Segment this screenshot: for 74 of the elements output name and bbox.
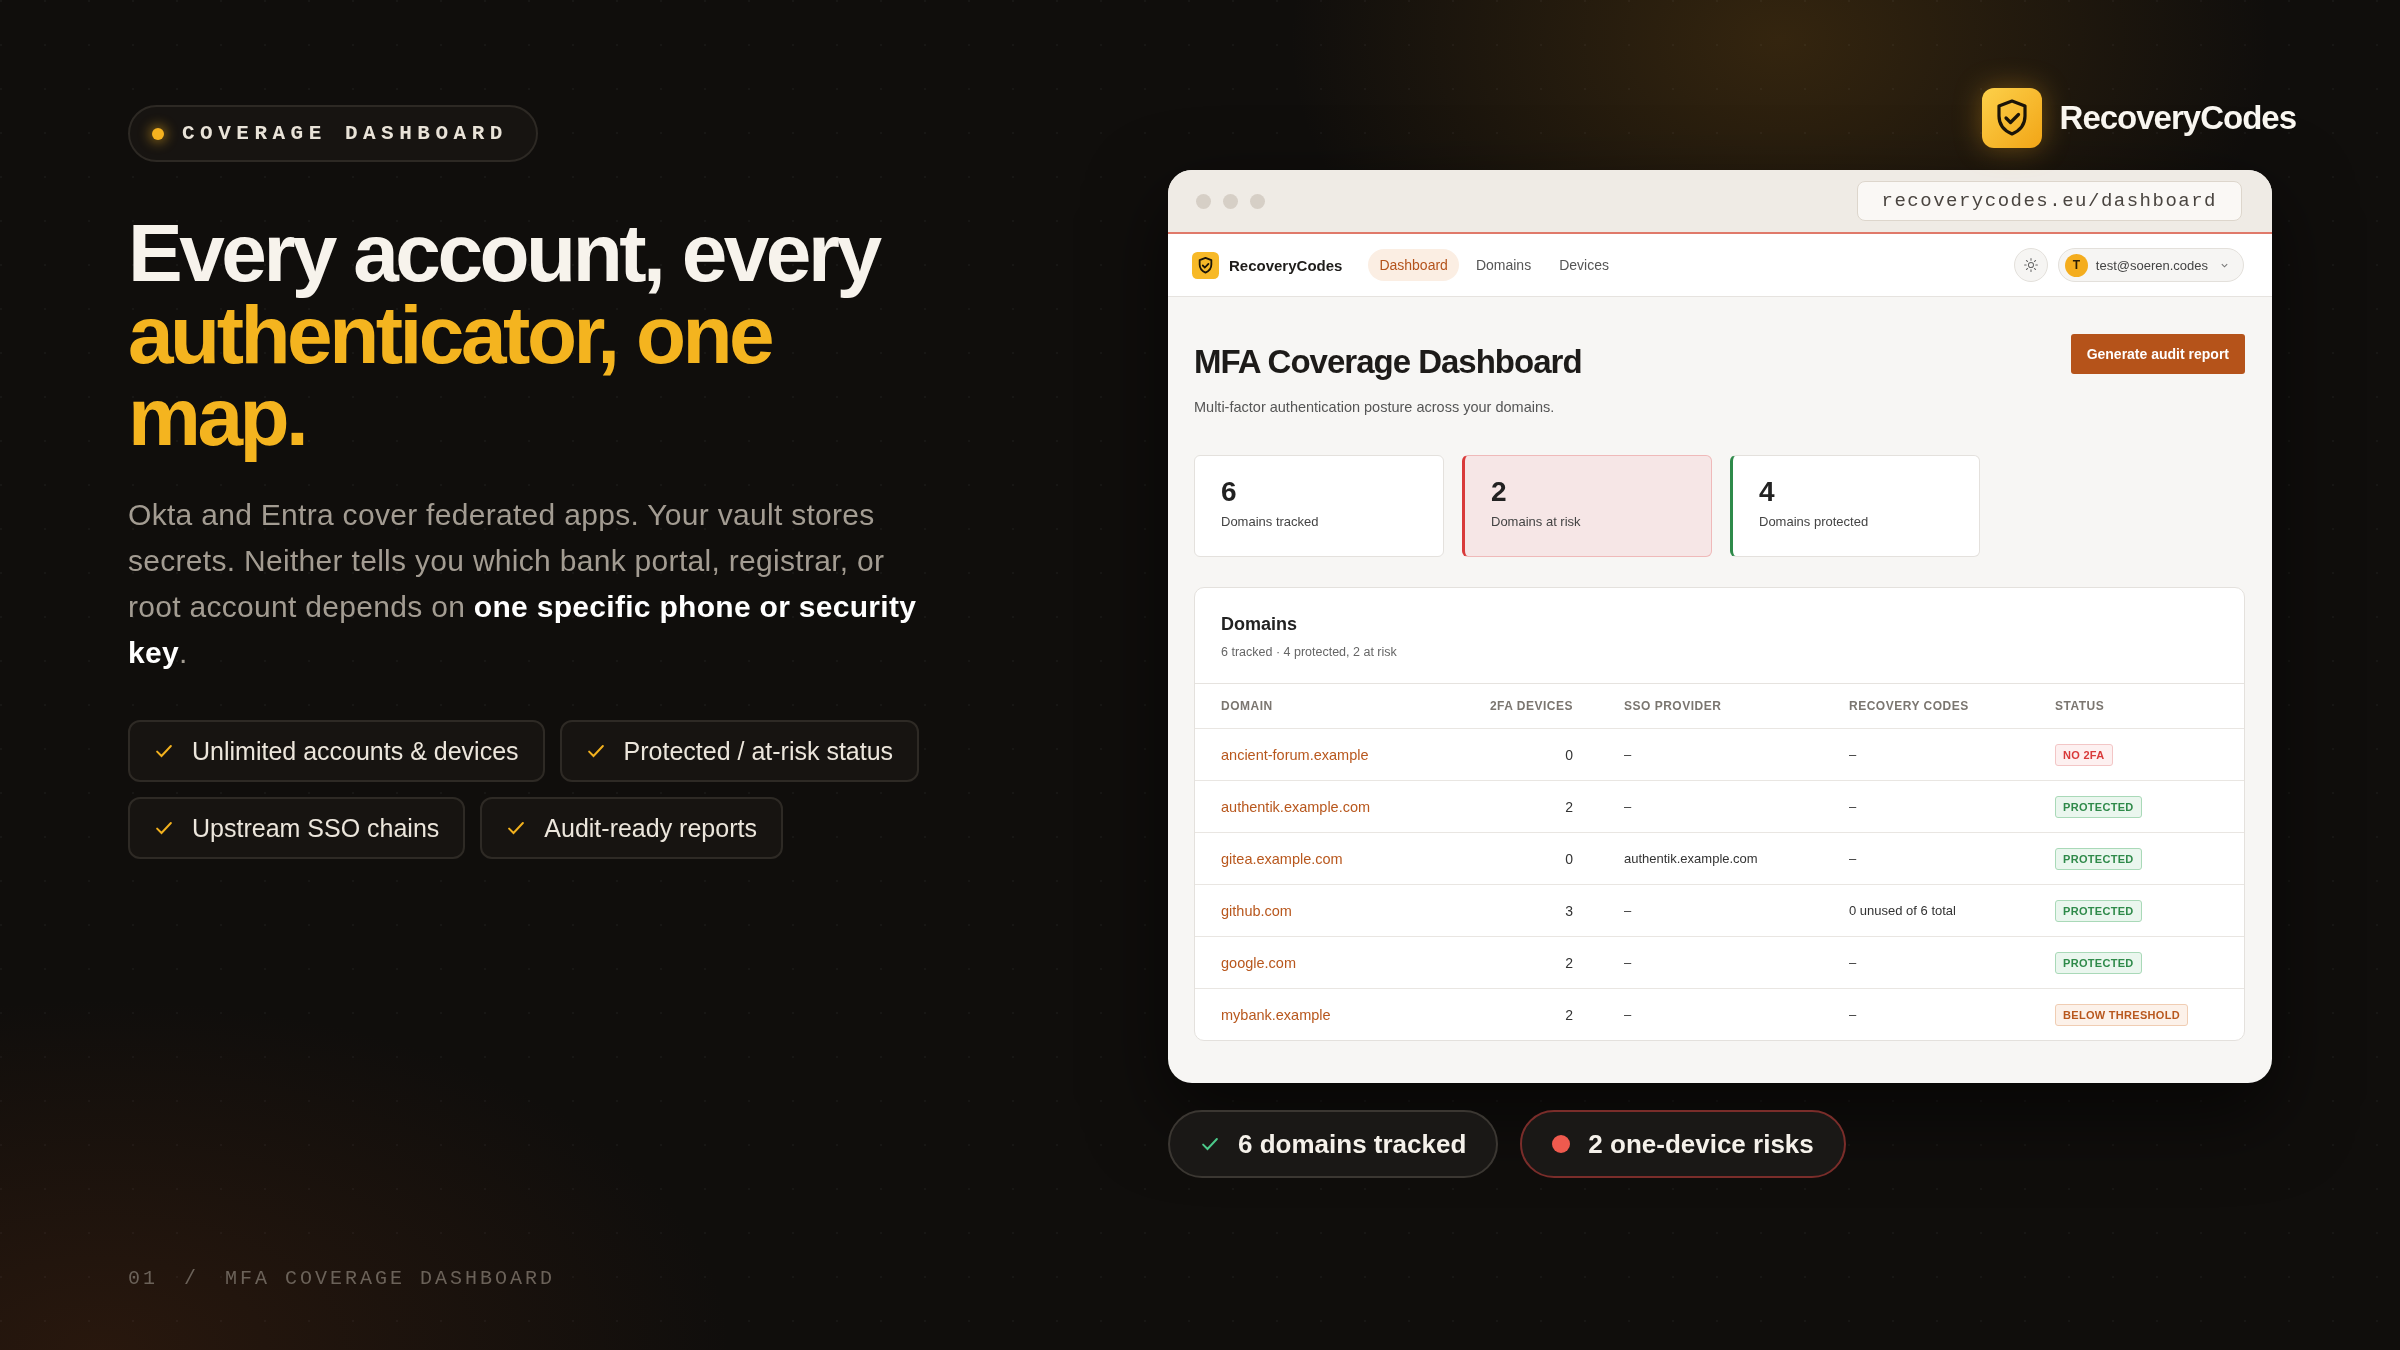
shield-logo-icon — [1192, 251, 1219, 279]
table-cell-text: – — [1849, 955, 1858, 970]
column-header: STATUS — [2055, 699, 2106, 713]
page-title: MFA Coverage Dashboard — [1194, 343, 1582, 381]
theme-toggle-button[interactable] — [2013, 248, 2048, 282]
stat-value: 2 — [1491, 476, 1508, 508]
pill-label: 6 domains tracked — [1238, 1128, 1467, 1160]
table-cell-text: – — [1623, 903, 1633, 918]
table-cell-text: – — [1623, 799, 1633, 814]
domain-link[interactable]: google.com — [1221, 954, 1296, 971]
generate-report-button[interactable]: Generate audit report — [2070, 334, 2245, 374]
column-header: DOMAIN — [1221, 699, 1274, 713]
stat-value: 6 — [1221, 476, 1238, 508]
window-control-icon[interactable] — [1250, 193, 1265, 209]
feature-label: Upstream SSO chains — [192, 813, 440, 843]
domain-link[interactable]: ancient-forum.example — [1221, 746, 1369, 763]
domain-link[interactable]: authentik.example.com — [1221, 798, 1371, 815]
table-cell-text: authentik.example.com — [1623, 851, 1759, 866]
domain-link[interactable]: gitea.example.com — [1221, 850, 1343, 867]
nav-tab[interactable]: Domains — [1464, 249, 1543, 281]
column-header: RECOVERY CODES — [1849, 699, 1970, 713]
table-cell: 2 — [1565, 1006, 1573, 1023]
feature-label: Audit-ready reports — [544, 813, 757, 843]
status-badge: PROTECTED — [2055, 847, 2142, 870]
table-cell: 2 — [1565, 954, 1573, 971]
user-menu[interactable]: T test@soeren.codes — [2057, 248, 2244, 282]
dot-icon — [152, 127, 164, 140]
table-cell: 0 — [1565, 746, 1573, 763]
table-cell-text: – — [1623, 1007, 1633, 1022]
window-control-icon[interactable] — [1223, 193, 1238, 209]
alert-dot-icon — [1552, 1135, 1571, 1153]
sun-icon — [2022, 257, 2039, 273]
table-cell-text: – — [1849, 1007, 1858, 1022]
slide-title: MFA COVERAGE DASHBOARD — [225, 1267, 556, 1290]
table-cell: 0 — [1565, 850, 1573, 867]
stat-label: Domains at risk — [1491, 514, 1582, 529]
stat-label: Domains protected — [1759, 514, 1870, 529]
app-name: RecoveryCodes — [1229, 256, 1343, 274]
avatar: T — [2064, 253, 2088, 277]
pill-label: 2 one-device risks — [1588, 1128, 1814, 1160]
table-cell-text: – — [1849, 799, 1858, 814]
slide-number: 01 — [128, 1267, 158, 1290]
domain-link[interactable]: mybank.example — [1221, 1006, 1331, 1023]
status-badge: PROTECTED — [2055, 795, 2142, 818]
table-cell: 2 — [1565, 798, 1573, 815]
table-cell-text: – — [1623, 747, 1633, 762]
table-cell: 3 — [1565, 902, 1573, 919]
shield-logo-icon — [1981, 88, 2042, 148]
card-title: Domains — [1221, 614, 1299, 635]
page-subtitle: Multi-factor authentication posture across your domains. — [1194, 399, 1556, 415]
status-badge: NO 2FA — [2055, 743, 2113, 766]
table-cell-text: – — [1849, 851, 1858, 866]
stat-value: 4 — [1759, 476, 1776, 508]
card-summary: 6 tracked · 4 protected, 2 at risk — [1221, 645, 1398, 659]
window-control-icon[interactable] — [1196, 193, 1211, 209]
column-header: 2FA DEVICES — [1489, 699, 1573, 713]
separator: / — [184, 1267, 200, 1290]
address-bar[interactable]: recoverycodes.eu/dashboard — [1856, 181, 2242, 221]
status-badge: PROTECTED — [2055, 899, 2142, 922]
feature-label: Unlimited accounts & devices — [192, 736, 519, 766]
column-header: SSO PROVIDER — [1623, 699, 1723, 713]
table-cell-text: 0 unused of 6 total — [1849, 903, 1957, 918]
status-badge: BELOW THRESHOLD — [2055, 1003, 2188, 1026]
table-cell-text: – — [1623, 955, 1633, 970]
feature-label: Protected / at-risk status — [623, 736, 894, 766]
brand-name: RecoveryCodes — [2059, 99, 2296, 137]
table-cell-text: – — [1849, 747, 1858, 762]
nav-tab[interactable]: Dashboard — [1368, 249, 1459, 281]
eyebrow-label: COVERAGE DASHBOARD — [182, 122, 508, 145]
domain-link[interactable]: github.com — [1221, 902, 1292, 919]
nav-tab[interactable]: Devices — [1548, 249, 1620, 281]
stat-label: Domains tracked — [1221, 514, 1320, 529]
status-badge: PROTECTED — [2055, 951, 2142, 974]
intro-paragraph: Okta and Entra cover federated apps. Your vault stores secrets. Neither tells you which bank portal, registrar, or root account depends on one specific phone or security key. — [128, 497, 918, 671]
